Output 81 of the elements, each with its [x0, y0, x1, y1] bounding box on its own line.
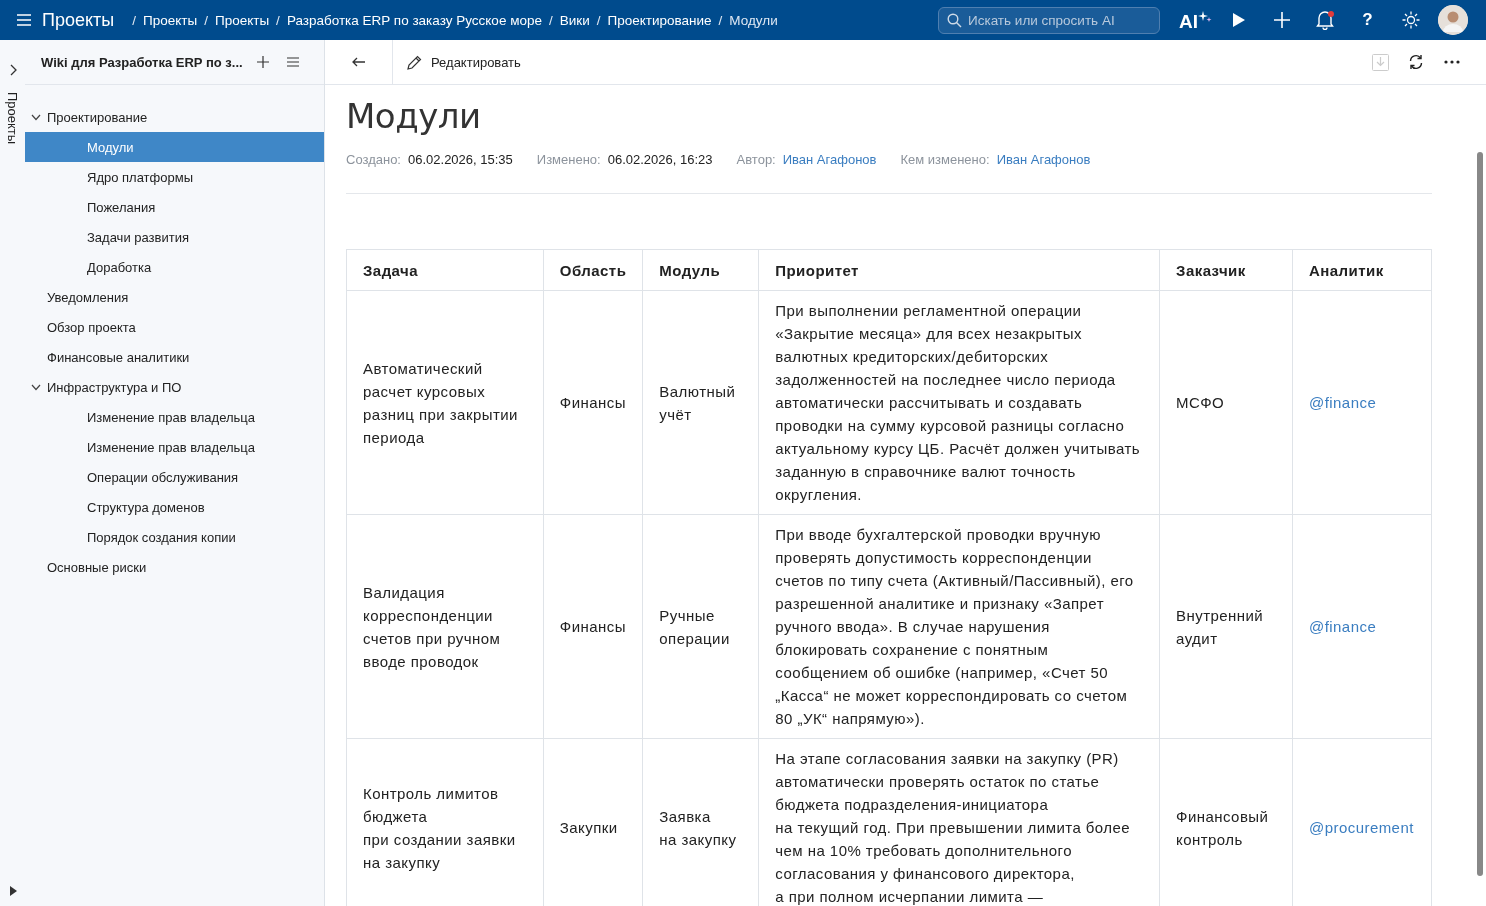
tree-item[interactable]: Пожелания [25, 192, 324, 222]
tree-item[interactable]: Модули [25, 132, 324, 162]
meta-value: 06.02.2026, 16:23 [607, 152, 713, 167]
breadcrumb-separator: / [596, 12, 601, 28]
meta-value: 06.02.2026, 15:35 [408, 152, 513, 167]
breadcrumb-separator: / [132, 12, 136, 28]
tree-item[interactable]: Доработка [25, 252, 324, 282]
sun-icon [1401, 11, 1420, 29]
play-icon[interactable] [8, 886, 17, 896]
breadcrumb-link[interactable]: Вики [559, 12, 590, 28]
table-cell: Внутренний аудит [1159, 514, 1293, 739]
play-icon [1231, 12, 1246, 28]
column-header: Модуль [642, 249, 759, 291]
search-field[interactable]: Искать или спросить AI [938, 6, 1160, 34]
tree-item[interactable]: Инфраструктура и ПО [25, 372, 324, 402]
breadcrumb-separator: / [718, 12, 723, 28]
tree-item[interactable]: Операции обслуживания [25, 462, 324, 492]
rail-label[interactable]: Проекты [5, 92, 20, 145]
table-cell: Финансы [543, 290, 643, 515]
breadcrumb-separator: / [276, 12, 280, 28]
tree-item[interactable]: Изменение прав владельца [25, 402, 324, 432]
table-cell: При вводе бухгалтерской проводки вручную проверять допустимость корреспонденции счетов по типу счета (Активный/Пассивный), его разрешенной аналитике и признаку «Запрет ручного ввода». В случае нарушения блокировать сохранение с понятным сообщением об ошибке (например, «Счет 50 „Касса“ не может корреспондировать со счетом 80 „УК“ напрямую»). [758, 514, 1160, 739]
menu-icon[interactable] [286, 57, 299, 67]
tree-item[interactable]: Изменение прав владельца [25, 432, 324, 462]
scrollbar-thumb[interactable] [1477, 152, 1483, 876]
edit-button[interactable]: Редактировать [399, 48, 529, 76]
table-cell: Валютный учёт [642, 290, 759, 515]
column-header: Заказчик [1159, 249, 1293, 291]
mention-link[interactable]: @finance [1292, 514, 1432, 739]
user-link[interactable]: Иван Агафонов [996, 152, 1091, 167]
search-input[interactable]: Искать или спросить AI [968, 12, 1148, 28]
search-icon [947, 12, 962, 28]
tree-item[interactable]: Основные риски [25, 552, 324, 582]
avatar[interactable] [1438, 5, 1468, 35]
user-link[interactable]: Иван Агафонов [782, 152, 877, 167]
help-button[interactable]: ? [1346, 0, 1389, 40]
table-cell: Автоматический расчет курсовых разниц при закрытии периода [346, 290, 544, 515]
refresh-icon [1408, 54, 1424, 70]
breadcrumb-link[interactable]: Разработка ERP по заказу Русское море [286, 12, 542, 28]
breadcrumb-link[interactable]: Проекты [143, 12, 198, 28]
meta-label: Кем изменено: [900, 152, 990, 167]
column-header: Задача [346, 249, 544, 291]
tree-item[interactable]: Финансовые аналитики [25, 342, 324, 372]
tree-item[interactable]: Задачи развития [25, 222, 324, 252]
pencil-icon [407, 54, 422, 70]
mention-link[interactable]: @finance [1292, 290, 1432, 515]
table-cell: При выполнении регламентной операции «Закрытие месяца» для всех незакрытых валютных кредиторских/дебиторских задолженностей на последнее число периода автоматически рассчитывать и создавать проводки на сумму курсовой разницы согласно актуальному курсу ЦБ. Расчёт должен учитывать заданную в справочнике валют точность округления. [758, 290, 1160, 515]
tree-item[interactable]: Порядок создания копии [25, 522, 324, 552]
bell-icon [1315, 10, 1334, 30]
chevron-icon[interactable] [31, 383, 41, 391]
table-cell: Контроль лимитов бюджета при создании заявки на закупку [346, 738, 544, 906]
tree-item[interactable]: Уведомления [25, 282, 324, 312]
meta-label: Автор: [736, 152, 776, 167]
tree-item[interactable]: Проектирование [25, 102, 324, 132]
breadcrumb-separator: / [548, 12, 553, 28]
ai-button[interactable]: AI [1174, 0, 1217, 40]
tree-item[interactable]: Структура доменов [25, 492, 324, 522]
chevron-icon[interactable] [31, 113, 41, 121]
arrow-left-icon [351, 57, 366, 67]
tree-item[interactable]: Обзор проекта [25, 312, 324, 342]
column-header: Область [543, 249, 643, 291]
plus-icon [1273, 12, 1290, 28]
breadcrumb-separator: / [204, 12, 208, 28]
breadcrumb-link[interactable]: Проекты [214, 12, 270, 28]
meta-label: Изменено: [536, 152, 601, 167]
table-cell: Финансы [543, 514, 643, 739]
app-title[interactable]: Проекты [42, 9, 115, 31]
column-header: Приоритет [758, 249, 1160, 291]
download-icon [1371, 53, 1389, 71]
page-title: Модули [346, 95, 482, 137]
breadcrumb-link[interactable]: Проектирование [607, 12, 712, 28]
table-cell: Ручные операции [642, 514, 759, 739]
column-header: Аналитик [1292, 249, 1432, 291]
table-cell: МСФО [1159, 290, 1293, 515]
add-icon[interactable] [256, 56, 269, 68]
wiki-title: Wiki для Разработка ERP по з... [41, 54, 243, 70]
more-icon [1444, 60, 1460, 64]
tree-item[interactable]: Ядро платформы [25, 162, 324, 192]
meta-label: Создано: [346, 152, 401, 167]
breadcrumb-link[interactable]: Модули [729, 12, 778, 28]
table-cell: Валидация корреспонденции счетов при ручном вводе проводок [346, 514, 544, 739]
